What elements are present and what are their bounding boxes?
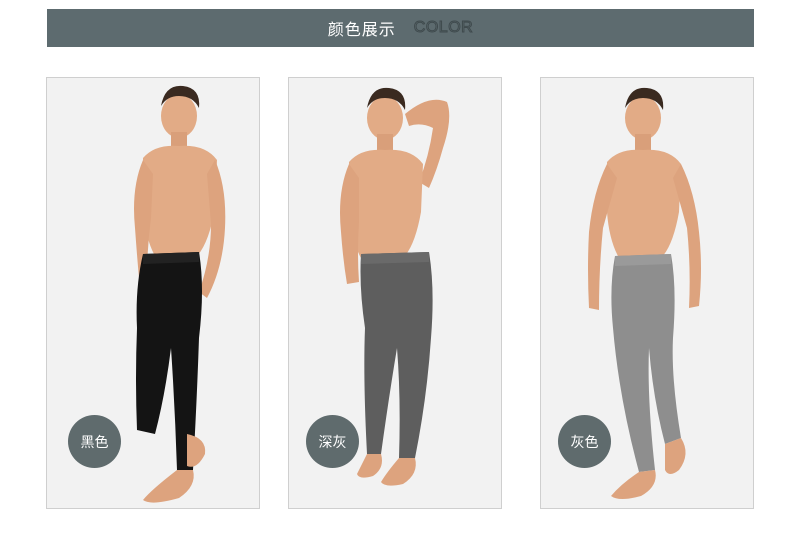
section-title-en: COLOR: [413, 19, 474, 37]
section-title-cn: 颜色展示: [327, 20, 396, 39]
color-badge[interactable]: 灰色: [558, 415, 611, 468]
product-card-gray[interactable]: 灰色: [540, 77, 754, 509]
color-badge[interactable]: 深灰: [306, 415, 359, 468]
section-header: 颜色展示 COLOR: [47, 9, 754, 47]
color-badge[interactable]: 黑色: [68, 415, 121, 468]
product-card-dark-gray[interactable]: 深灰: [288, 77, 502, 509]
product-card-black[interactable]: 黑色: [46, 77, 260, 509]
